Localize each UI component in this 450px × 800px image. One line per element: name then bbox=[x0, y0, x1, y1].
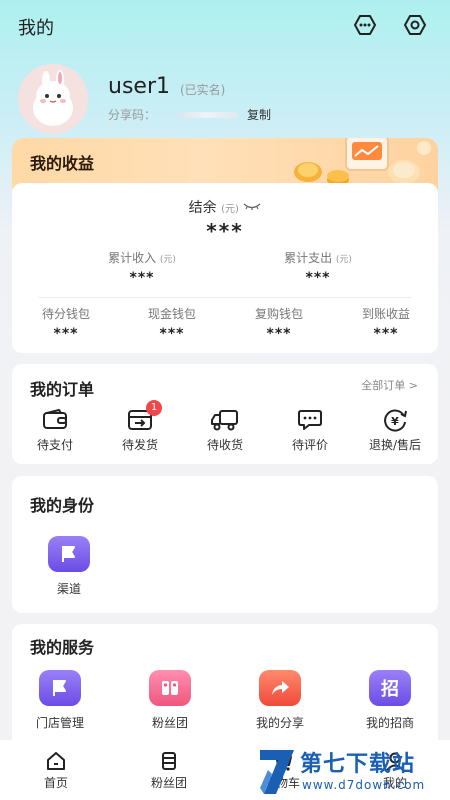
svg-text:¥: ¥ bbox=[391, 415, 399, 428]
wallet-label: 到账收益 bbox=[361, 307, 410, 321]
share-icon bbox=[259, 670, 301, 706]
share-code-label: 分享码： bbox=[108, 108, 157, 122]
earnings-title: 我的收益 bbox=[30, 154, 95, 173]
earnings-divider bbox=[38, 297, 412, 298]
service-label: 我的分享 bbox=[255, 716, 304, 730]
wallet-icon bbox=[43, 409, 67, 429]
total-expense-unit: (元) bbox=[335, 255, 352, 265]
wallet-value: *** bbox=[53, 326, 79, 342]
total-income-label-text: 累计收入 bbox=[108, 251, 157, 265]
more-icon[interactable] bbox=[352, 12, 378, 38]
service-label: 门店管理 bbox=[35, 716, 84, 730]
identity-card: 我的身份 渠道 bbox=[12, 476, 438, 613]
refund-icon: ¥ bbox=[384, 409, 407, 432]
flag-icon bbox=[48, 536, 90, 572]
page-title: 我的 bbox=[18, 18, 54, 39]
total-income[interactable]: 累计收入 (元) *** bbox=[92, 249, 192, 286]
all-orders-link[interactable]: 全部订单 > bbox=[361, 377, 418, 393]
balance-value: *** bbox=[206, 219, 244, 243]
order-pending-shipment[interactable]: 1 待发货 bbox=[100, 400, 180, 453]
wallet-label: 现金钱包 bbox=[147, 307, 196, 321]
tab-label: 首页 bbox=[43, 776, 68, 790]
service-my-investment[interactable]: 招 我的招商 bbox=[350, 670, 430, 731]
profile-section: user1 (已实名) 分享码： 复制 bbox=[18, 64, 438, 134]
services-title: 我的服务 bbox=[30, 638, 95, 657]
wallet-value: *** bbox=[266, 326, 292, 342]
order-label: 待收货 bbox=[206, 438, 243, 452]
services-card: 我的服务 门店管理 粉丝团 我的分享 招 我的招商 bbox=[12, 624, 438, 754]
earnings-card: 结余 (元) *** 累计收入 (元) *** 累计支出 (元) *** 待分钱… bbox=[12, 183, 438, 353]
balance-label-text: 结余 bbox=[188, 200, 217, 216]
wallet-label: 待分钱包 bbox=[41, 307, 90, 321]
service-fans[interactable]: 粉丝团 bbox=[130, 670, 210, 731]
watermark: 第七下载站 www.d7down.com bbox=[254, 744, 450, 800]
order-label: 退换/售后 bbox=[368, 438, 422, 452]
total-expense-label: 累计支出 (元) bbox=[268, 249, 368, 266]
identity-channel[interactable]: 渠道 bbox=[29, 536, 109, 597]
avatar[interactable] bbox=[18, 64, 88, 134]
identity-label: 渠道 bbox=[56, 582, 81, 596]
order-label: 待评价 bbox=[291, 438, 328, 452]
wallet-repurchase[interactable]: 复购钱包 *** bbox=[239, 305, 319, 342]
eye-closed-icon[interactable] bbox=[243, 202, 261, 212]
wallet-pending[interactable]: 待分钱包 *** bbox=[26, 305, 106, 342]
invite-icon: 招 bbox=[369, 670, 411, 706]
verified-label: (已实名) bbox=[180, 83, 226, 97]
total-expense-value: *** bbox=[305, 270, 331, 286]
copy-button[interactable]: 复制 bbox=[247, 106, 271, 123]
share-code-value bbox=[176, 112, 238, 118]
tab-home[interactable]: 首页 bbox=[26, 750, 86, 791]
order-pending-receipt[interactable]: 待收货 bbox=[185, 408, 265, 453]
wallet-received[interactable]: 到账收益 *** bbox=[346, 305, 426, 342]
tab-label: 粉丝团 bbox=[150, 776, 187, 790]
order-pending-review[interactable]: 待评价 bbox=[270, 408, 350, 453]
order-refund[interactable]: ¥ 退换/售后 bbox=[355, 408, 435, 453]
total-income-value: *** bbox=[129, 270, 155, 286]
eye-icon[interactable] bbox=[402, 12, 428, 38]
watermark-url: www.d7down.com bbox=[302, 778, 426, 792]
service-store-management[interactable]: 门店管理 bbox=[20, 670, 100, 731]
invite-glyph: 招 bbox=[381, 679, 399, 700]
comment-icon bbox=[298, 410, 322, 430]
orders-card: 我的订单 全部订单 > 待支付 1 待发货 待收货 待评价 ¥ 退换/售后 bbox=[12, 364, 438, 464]
flag-icon bbox=[39, 670, 81, 706]
identity-title: 我的身份 bbox=[30, 496, 95, 515]
wallet-value: *** bbox=[159, 326, 185, 342]
total-expense[interactable]: 累计支出 (元) *** bbox=[268, 249, 368, 286]
service-label: 粉丝团 bbox=[151, 716, 188, 730]
home-icon bbox=[47, 752, 65, 770]
tab-fans[interactable]: 粉丝团 bbox=[139, 750, 199, 791]
balance-unit: (元) bbox=[221, 204, 239, 215]
order-label: 待发货 bbox=[121, 438, 158, 452]
wallet-label: 复购钱包 bbox=[254, 307, 303, 321]
total-expense-label-text: 累计支出 bbox=[284, 251, 333, 265]
wallet-cash[interactable]: 现金钱包 *** bbox=[132, 305, 212, 342]
watermark-logo-icon bbox=[260, 750, 294, 794]
truck-icon bbox=[211, 410, 238, 431]
order-pending-payment[interactable]: 待支付 bbox=[15, 408, 95, 453]
watermark-title: 第七下载站 bbox=[300, 752, 416, 777]
service-my-share[interactable]: 我的分享 bbox=[240, 670, 320, 731]
top-bar: 我的 bbox=[0, 0, 450, 52]
order-label: 待支付 bbox=[36, 438, 73, 452]
total-income-unit: (元) bbox=[159, 255, 176, 265]
order-badge: 1 bbox=[146, 400, 162, 416]
fans-icon bbox=[149, 670, 191, 706]
fans-tab-icon bbox=[162, 752, 176, 770]
username: user1 bbox=[108, 74, 170, 99]
balance-label: 结余 (元) bbox=[12, 197, 438, 217]
orders-title: 我的订单 bbox=[30, 380, 95, 399]
service-label: 我的招商 bbox=[365, 716, 414, 730]
wallet-value: *** bbox=[373, 326, 399, 342]
total-income-label: 累计收入 (元) bbox=[92, 249, 192, 266]
